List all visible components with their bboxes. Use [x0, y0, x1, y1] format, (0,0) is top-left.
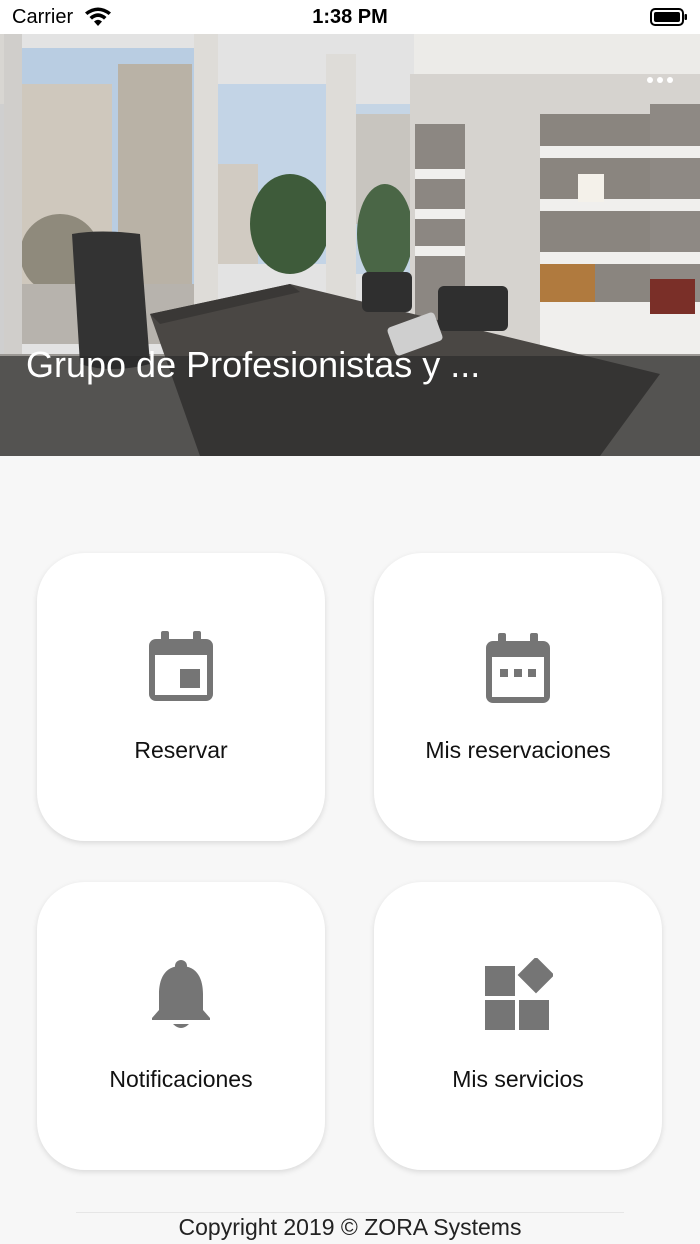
more-dot	[647, 77, 653, 83]
status-bar: Carrier 1:38 PM	[0, 0, 700, 34]
calendar-day-icon	[149, 631, 213, 701]
mis-reservaciones-tile[interactable]: Mis reservaciones	[374, 553, 662, 841]
hero-banner	[0, 34, 700, 456]
notificaciones-label: Notificaciones	[109, 1066, 253, 1092]
mis-servicios-label: Mis servicios	[452, 1066, 584, 1092]
battery-icon	[650, 8, 687, 26]
more-dot	[657, 77, 663, 83]
reservar-label: Reservar	[134, 737, 228, 763]
footer-divider	[76, 1212, 624, 1213]
widgets-icon	[485, 958, 553, 1030]
mis-reservaciones-label: Mis reservaciones	[425, 737, 611, 763]
hero-title: Grupo de Profesionistas y ...	[26, 344, 481, 385]
bell-icon	[152, 960, 210, 1028]
calendar-dots-icon	[486, 633, 550, 703]
status-time: 1:38 PM	[312, 6, 388, 28]
notificaciones-tile[interactable]: Notificaciones	[37, 882, 325, 1170]
reservar-tile[interactable]: Reservar	[37, 553, 325, 841]
more-options-button[interactable]	[644, 72, 676, 88]
mis-servicios-tile[interactable]: Mis servicios	[374, 882, 662, 1170]
more-dot	[667, 77, 673, 83]
copyright-text: Copyright 2019 © ZORA Systems	[178, 1214, 522, 1240]
